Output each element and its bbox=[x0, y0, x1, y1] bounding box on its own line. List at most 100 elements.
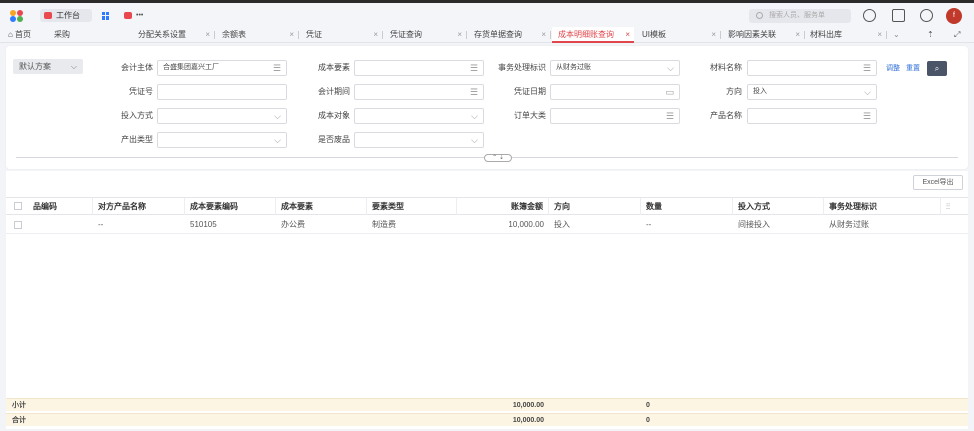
close-icon[interactable]: × bbox=[625, 27, 630, 43]
fullscreen-icon[interactable]: ⤢ bbox=[954, 27, 966, 43]
tab-label: ⌂ 首页 bbox=[8, 30, 32, 39]
accounting-entity-label: 会计主体 bbox=[121, 63, 153, 72]
grid-icon bbox=[102, 11, 110, 20]
col-quantity[interactable]: 数量 bbox=[641, 198, 733, 215]
close-icon[interactable]: × bbox=[457, 27, 462, 43]
period-field[interactable]: ☰ bbox=[354, 84, 484, 100]
tab-voucher-query[interactable]: 凭证查询 × bbox=[386, 27, 467, 43]
app-logo-icon[interactable] bbox=[10, 10, 24, 22]
app-shortcut-button[interactable]: ••• bbox=[120, 9, 147, 22]
tab-label: 凭证 bbox=[306, 30, 322, 39]
accounting-entity-field[interactable]: 合盛集团嘉兴工厂 ☰ bbox=[157, 60, 287, 76]
col-business-flag[interactable]: 事务处理标识 bbox=[824, 198, 941, 215]
col-direction[interactable]: 方向 bbox=[549, 198, 641, 215]
workspace-button[interactable]: 工作台 bbox=[40, 9, 92, 22]
tab-material-out[interactable]: 材料出库 × bbox=[806, 27, 887, 43]
search-button[interactable]: ⌕ bbox=[927, 61, 947, 76]
message-icon[interactable] bbox=[892, 9, 905, 22]
headset-icon[interactable] bbox=[920, 9, 933, 22]
tab-cost-ledger[interactable]: 成本明细账查询 × bbox=[552, 27, 634, 43]
col-cost-element-code[interactable]: 成本要素编码 bbox=[185, 198, 276, 215]
excel-export-button[interactable]: Excel导出 bbox=[913, 175, 963, 190]
upload-icon[interactable]: ⇡ bbox=[927, 27, 937, 43]
output-type-select[interactable]: ⌵ bbox=[157, 132, 287, 148]
tab-allocation[interactable]: 分配关系设置 × bbox=[134, 27, 215, 43]
tab-ui-template[interactable]: UI模板 × bbox=[638, 27, 721, 43]
tab-balance[interactable]: 余额表 × bbox=[218, 27, 299, 43]
tab-dropdown-icon[interactable]: ⌄ bbox=[893, 27, 905, 43]
tab-home[interactable]: ⌂ 首页 bbox=[8, 27, 48, 43]
help-icon[interactable] bbox=[863, 9, 876, 22]
list-icon[interactable]: ☰ bbox=[863, 109, 871, 123]
chevron-down-icon: ⌵ bbox=[471, 111, 478, 121]
apps-grid-button[interactable] bbox=[98, 9, 114, 22]
adjust-link[interactable]: 调整 bbox=[886, 63, 900, 75]
list-icon[interactable]: ☰ bbox=[666, 109, 674, 123]
product-name-field[interactable]: ☰ bbox=[747, 108, 877, 124]
list-icon[interactable]: ☰ bbox=[470, 61, 478, 75]
col-input-method[interactable]: 投入方式 bbox=[733, 198, 824, 215]
col-product-code[interactable]: 品编码 bbox=[28, 198, 93, 215]
close-icon[interactable]: × bbox=[205, 27, 210, 43]
close-icon[interactable]: × bbox=[877, 27, 882, 43]
user-avatar[interactable]: f bbox=[946, 8, 962, 24]
col-counter-product-name[interactable]: 对方产品名称 bbox=[93, 198, 185, 215]
result-table: Excel导出 品编码 对方产品名称 成本要素编码 成本要素 要素类型 账簿金额… bbox=[6, 171, 968, 429]
close-icon[interactable]: × bbox=[711, 27, 716, 43]
material-name-field[interactable]: ☰ bbox=[747, 60, 877, 76]
close-icon[interactable]: × bbox=[541, 27, 546, 43]
tab-voucher[interactable]: 凭证 × bbox=[302, 27, 383, 43]
row-checkbox[interactable] bbox=[14, 221, 22, 229]
filter-panel: 默认方案 ⌵ 会计主体 合盛集团嘉兴工厂 ☰ 成本要素 ☰ 事务处理标识 从财务过… bbox=[6, 46, 968, 169]
more-label: ••• bbox=[136, 12, 144, 19]
tab-label: 采购 bbox=[54, 30, 70, 39]
tab-purchase[interactable]: 采购 bbox=[54, 27, 94, 43]
subtotal-quantity: 0 bbox=[646, 402, 650, 409]
is-scrap-label: 是否废品 bbox=[318, 135, 350, 144]
col-book-amount[interactable]: 账簿金额 bbox=[457, 198, 549, 215]
tab-inventory-query[interactable]: 存货单据查询 × bbox=[470, 27, 551, 43]
order-category-field[interactable]: ☰ bbox=[550, 108, 680, 124]
collapse-toggle[interactable]: ⌃ ⇣ bbox=[484, 154, 512, 162]
cell-book-amount: 10,000.00 bbox=[508, 220, 544, 229]
tab-label: 材料出库 bbox=[810, 30, 842, 39]
is-scrap-select[interactable]: ⌵ bbox=[354, 132, 484, 148]
product-name-label: 产品名称 bbox=[710, 111, 742, 120]
column-settings-icon[interactable]: ⫶⫶ bbox=[941, 198, 968, 215]
cost-element-label: 成本要素 bbox=[318, 63, 350, 72]
chevron-down-icon: ⌵ bbox=[864, 87, 871, 97]
cell-quantity: -- bbox=[646, 220, 652, 229]
voucher-no-field[interactable] bbox=[157, 84, 287, 100]
search-icon bbox=[756, 12, 763, 19]
close-icon[interactable]: × bbox=[373, 27, 378, 43]
close-icon[interactable]: × bbox=[795, 27, 800, 43]
global-search-input[interactable]: 搜索人员、服务单 bbox=[749, 9, 851, 23]
cell-cost-element-code: 510105 bbox=[190, 220, 217, 229]
close-icon[interactable]: × bbox=[289, 27, 294, 43]
chevron-down-icon: ⌵ bbox=[274, 135, 281, 145]
table-row[interactable]: -- 510105 办公费 制造费 10,000.00 投入 -- 间接投入 从… bbox=[6, 216, 968, 234]
total-amount: 10,000.00 bbox=[512, 417, 544, 424]
tab-influence[interactable]: 影响因素关联 × bbox=[724, 27, 805, 43]
cell-cost-element: 办公费 bbox=[281, 220, 305, 229]
direction-select[interactable]: 投入 ⌵ bbox=[747, 84, 877, 100]
tab-label: 凭证查询 bbox=[390, 30, 422, 39]
cost-element-field[interactable]: ☰ bbox=[354, 60, 484, 76]
list-icon[interactable]: ☰ bbox=[470, 85, 478, 99]
select-all-checkbox[interactable] bbox=[14, 202, 22, 210]
search-placeholder: 搜索人员、服务单 bbox=[769, 12, 825, 19]
reset-link[interactable]: 重置 bbox=[906, 63, 920, 75]
cost-object-select[interactable]: ⌵ bbox=[354, 108, 484, 124]
calendar-icon[interactable]: ▭ bbox=[665, 85, 674, 99]
list-icon[interactable]: ☰ bbox=[273, 61, 281, 75]
scheme-select[interactable]: 默认方案 ⌵ bbox=[13, 59, 83, 74]
col-cost-element[interactable]: 成本要素 bbox=[276, 198, 367, 215]
business-flag-label: 事务处理标识 bbox=[498, 63, 546, 72]
business-flag-select[interactable]: 从财务过账 ⌵ bbox=[550, 60, 680, 76]
col-element-type[interactable]: 要素类型 bbox=[367, 198, 457, 215]
input-method-select[interactable]: ⌵ bbox=[157, 108, 287, 124]
subtotal-amount: 10,000.00 bbox=[512, 402, 544, 409]
tab-label: 影响因素关联 bbox=[728, 30, 776, 39]
list-icon[interactable]: ☰ bbox=[863, 61, 871, 75]
voucher-date-field[interactable]: ▭ bbox=[550, 84, 680, 100]
